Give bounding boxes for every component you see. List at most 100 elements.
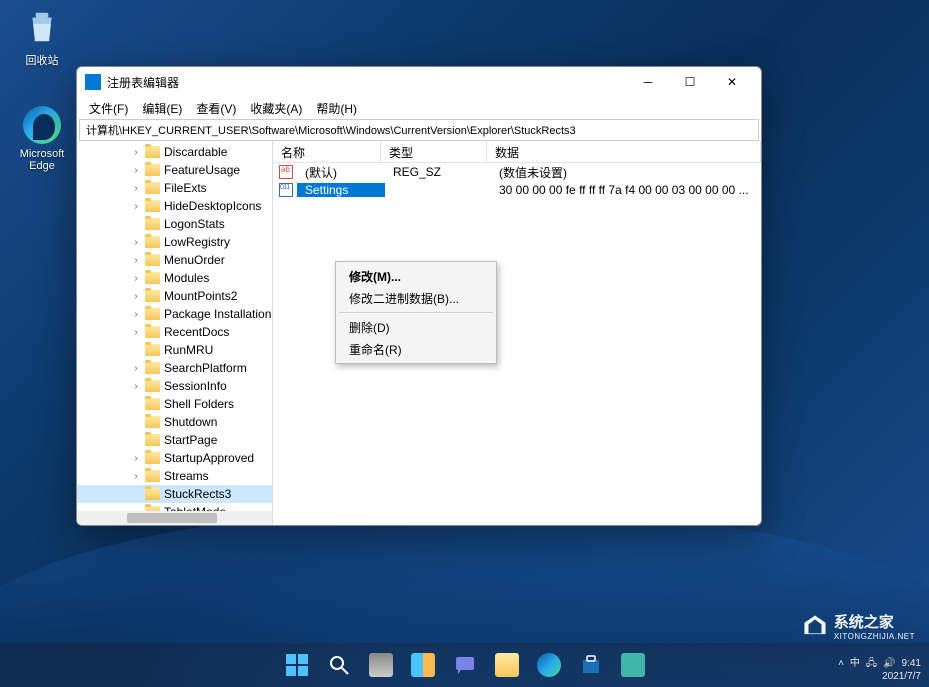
tray-volume-icon[interactable]: 🔊 (883, 657, 895, 670)
folder-icon (145, 146, 160, 158)
titlebar[interactable]: 注册表编辑器 ─ ☐ ✕ (77, 67, 761, 97)
taskbar-regedit[interactable] (615, 647, 651, 683)
tree-item-recentdocs[interactable]: ›RecentDocs (77, 323, 272, 341)
list-row[interactable]: (默认)REG_SZ(数值未设置) (273, 163, 761, 181)
tree-item-label: FeatureUsage (164, 163, 240, 177)
menu-rename[interactable]: 重命名(R) (337, 338, 495, 360)
expander-icon[interactable]: › (131, 237, 141, 248)
tray-date[interactable]: 2021/7/7 (838, 670, 921, 683)
expander-icon[interactable]: › (131, 147, 141, 158)
tree-item-shell-folders[interactable]: Shell Folders (77, 395, 272, 413)
expander-icon[interactable]: › (131, 291, 141, 302)
regedit-icon (621, 653, 645, 677)
folder-icon (145, 236, 160, 248)
desktop-recycle-bin[interactable]: 回收站 (12, 6, 72, 68)
tree-item-package-installation[interactable]: ›Package Installation (77, 305, 272, 323)
expander-icon[interactable]: › (131, 381, 141, 392)
tree-item-startpage[interactable]: StartPage (77, 431, 272, 449)
tray-ime[interactable]: 中 (850, 657, 860, 670)
tree-item-label: LowRegistry (164, 235, 230, 249)
menu-separator (339, 312, 493, 313)
tree-item-streams[interactable]: › Streams (77, 467, 272, 485)
tree-item-hidedesktopicons[interactable]: › HideDesktopIcons (77, 197, 272, 215)
folder-icon (145, 182, 160, 194)
maximize-button[interactable]: ☐ (669, 68, 711, 96)
list-row[interactable]: Settings30 00 00 00 fe ff ff ff 7a f4 00… (273, 181, 761, 199)
folder-icon (145, 200, 160, 212)
tree-item-sessioninfo[interactable]: ›SessionInfo (77, 377, 272, 395)
folder-icon (145, 452, 160, 464)
desktop-edge[interactable]: Microsoft Edge (12, 106, 72, 172)
tray-network-icon[interactable]: 🖧 (866, 657, 877, 670)
taskbar (0, 643, 929, 687)
taskbar-store[interactable] (573, 647, 609, 683)
folder-icon (145, 290, 160, 302)
tree-item-label: RunMRU (164, 343, 213, 357)
tree-item-searchplatform[interactable]: › SearchPlatform (77, 359, 272, 377)
tree-item-featureusage[interactable]: › FeatureUsage (77, 161, 272, 179)
column-data[interactable]: 数据 (487, 141, 761, 162)
tree-item-label: SearchPlatform (164, 361, 247, 375)
minimize-button[interactable]: ─ (627, 68, 669, 96)
tree-item-fileexts[interactable]: ›FileExts (77, 179, 272, 197)
menu-edit[interactable]: 编辑(E) (136, 98, 188, 119)
expander-icon[interactable]: › (131, 201, 141, 212)
system-tray[interactable]: ˄ 中 🖧 🔊 9:41 2021/7/7 (838, 657, 921, 683)
menu-modify[interactable]: 修改(M)... (337, 265, 495, 287)
expander-icon[interactable]: › (131, 327, 141, 338)
expander-icon[interactable]: › (131, 453, 141, 464)
tree-item-modules[interactable]: ›Modules (77, 269, 272, 287)
expander-icon[interactable]: › (131, 183, 141, 194)
horizontal-scrollbar[interactable] (77, 511, 272, 525)
folder-icon (145, 326, 160, 338)
expander-icon[interactable]: › (131, 165, 141, 176)
tree-item-logonstats[interactable]: LogonStats (77, 215, 272, 233)
taskbar-edge[interactable] (531, 647, 567, 683)
tray-chevron-icon[interactable]: ˄ (838, 657, 844, 670)
expander-icon[interactable]: › (131, 471, 141, 482)
menu-help[interactable]: 帮助(H) (310, 98, 363, 119)
expander-icon[interactable]: › (131, 273, 141, 284)
tree-item-startupapproved[interactable]: ›StartupApproved (77, 449, 272, 467)
tree-item-stuckrects3[interactable]: StuckRects3 (77, 485, 272, 503)
menu-favorites[interactable]: 收藏夹(A) (244, 98, 308, 119)
menu-file[interactable]: 文件(F) (83, 98, 134, 119)
tree-item-runmru[interactable]: RunMRU (77, 341, 272, 359)
menu-delete[interactable]: 删除(D) (337, 316, 495, 338)
column-type[interactable]: 类型 (381, 141, 487, 162)
scrollbar-thumb[interactable] (127, 513, 217, 523)
folder-icon (145, 344, 160, 356)
tree-item-lowregistry[interactable]: › LowRegistry (77, 233, 272, 251)
close-button[interactable]: ✕ (711, 68, 753, 96)
tray-time[interactable]: 9:41 (902, 657, 921, 670)
expander-icon[interactable]: › (131, 255, 141, 266)
folder-icon (145, 254, 160, 266)
tree-item-discardable[interactable]: ›Discardable (77, 143, 272, 161)
tree-item-label: LogonStats (164, 217, 225, 231)
tree-item-label: HideDesktopIcons (164, 199, 261, 213)
expander-icon[interactable]: › (131, 309, 141, 320)
taskbar-taskview[interactable] (363, 647, 399, 683)
store-icon (579, 653, 603, 677)
tree-item-menuorder[interactable]: › MenuOrder (77, 251, 272, 269)
taskbar-widgets[interactable] (405, 647, 441, 683)
watermark-sub: XITONGZHIJIA.NET (834, 632, 915, 641)
taskbar-explorer[interactable] (489, 647, 525, 683)
search-icon (327, 653, 351, 677)
menu-modify-binary[interactable]: 修改二进制数据(B)... (337, 287, 495, 309)
tree-item-label: StartPage (164, 433, 217, 447)
tree-pane[interactable]: ›Discardable›FeatureUsage›FileExts›HideD… (77, 141, 273, 525)
column-name[interactable]: 名称 (273, 141, 381, 162)
start-button[interactable] (279, 647, 315, 683)
folder-icon (145, 218, 160, 230)
tree-item-label: Streams (164, 469, 209, 483)
taskbar-chat[interactable] (447, 647, 483, 683)
window-title: 注册表编辑器 (107, 74, 627, 91)
tree-item-label: MenuOrder (164, 253, 225, 267)
address-bar[interactable]: 计算机\HKEY_CURRENT_USER\Software\Microsoft… (79, 119, 759, 141)
tree-item-shutdown[interactable]: Shutdown (77, 413, 272, 431)
taskbar-search[interactable] (321, 647, 357, 683)
tree-item-mountpoints2[interactable]: ›MountPoints2 (77, 287, 272, 305)
expander-icon[interactable]: › (131, 363, 141, 374)
menu-view[interactable]: 查看(V) (190, 98, 242, 119)
